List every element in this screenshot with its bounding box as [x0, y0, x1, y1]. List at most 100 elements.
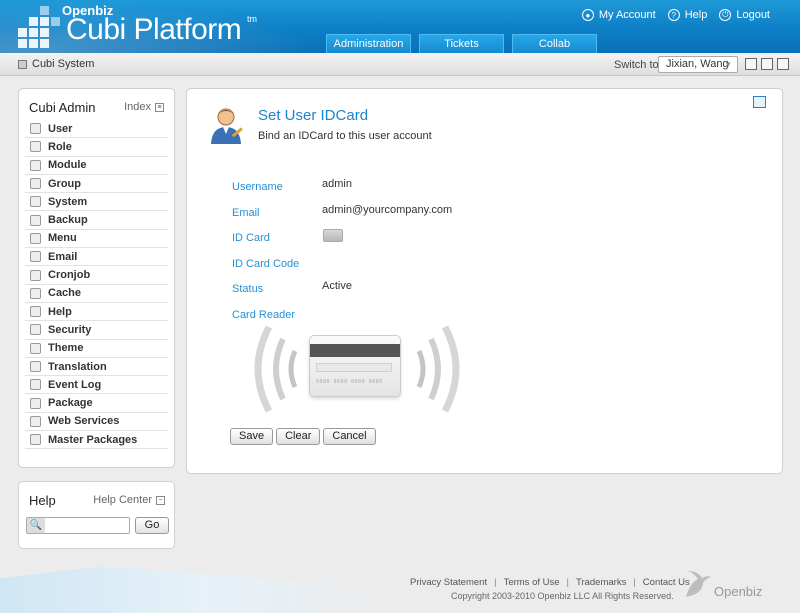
breadcrumb[interactable]: Cubi System [18, 58, 94, 70]
sidebar-item-label: Backup [48, 214, 88, 227]
contact-us-link[interactable]: Contact Us [643, 577, 690, 588]
card-magnetic-stripe [310, 344, 400, 357]
sidebar-item-cache[interactable]: Cache [25, 285, 168, 303]
sidebar-item-web-services[interactable]: Web Services [25, 413, 168, 432]
power-icon: ⏻ [719, 9, 732, 21]
breadcrumb-label: Cubi System [32, 58, 95, 70]
sidebar-item-backup[interactable]: Backup [25, 211, 168, 230]
openbiz-bird-icon [686, 571, 711, 597]
sidebar-item-email[interactable]: Email [25, 248, 168, 267]
gear-icon [30, 196, 41, 208]
sidebar-item-event-log[interactable]: Event Log [25, 376, 168, 395]
my-account-label: My Account [598, 9, 656, 21]
save-button[interactable]: Save [230, 428, 274, 445]
sidebar-item-label: Cronjob [48, 269, 91, 282]
form-buttons: Save Clear Cancel [230, 428, 376, 445]
sidebar-item-theme[interactable]: Theme [25, 340, 168, 358]
sidebar-item-translation[interactable]: Translation [25, 358, 168, 377]
email-value: admin@yourcompany.com [322, 204, 453, 216]
log-icon [30, 379, 41, 391]
card-reader-label: Card Reader [232, 309, 295, 321]
sidebar-item-label: Role [48, 140, 72, 153]
edit-icon[interactable] [745, 58, 757, 70]
clear-button[interactable]: Clear [276, 428, 321, 445]
help-search-box: 🔍 [26, 517, 130, 534]
help-go-button[interactable]: Go [135, 517, 169, 534]
key-icon [30, 141, 41, 153]
sidebar-title: Cubi Admin [29, 100, 96, 115]
sidebar-item-menu[interactable]: Menu [25, 230, 168, 249]
main-nav-tabs: Administration Tickets Collab [326, 34, 597, 53]
sidebar-item-security[interactable]: Security [25, 321, 168, 340]
logo-trademark: tm [247, 14, 257, 24]
sidebar-item-cronjob[interactable]: Cronjob [25, 266, 168, 285]
sidebar-index-link[interactable]: Index ≡ [124, 101, 164, 113]
credit-card-icon: 0000 0000 0000 0000 [309, 335, 401, 397]
status-value: Active [322, 280, 352, 292]
openbiz-logo-icon [18, 6, 60, 48]
logo-product-name: Cubi Platform [66, 13, 242, 46]
sidebar-item-master-packages[interactable]: Master Packages [25, 431, 168, 450]
status-label: Status [232, 283, 264, 295]
sidebar-item-system[interactable]: System [25, 193, 168, 212]
tab-tickets[interactable]: Tickets [419, 34, 504, 53]
sidebar-item-role[interactable]: Role [25, 138, 168, 157]
tab-administration[interactable]: Administration [326, 34, 411, 53]
window-icon[interactable] [761, 58, 773, 70]
sidebar-item-label: Package [48, 397, 93, 410]
grid-icon[interactable] [777, 58, 789, 70]
cancel-button[interactable]: Cancel [323, 428, 376, 445]
sidebar-item-package[interactable]: Package [25, 394, 168, 413]
logout-label: Logout [736, 9, 770, 21]
theme-icon [30, 342, 41, 354]
search-icon: 🔍 [27, 518, 45, 533]
sidebar-item-label: User [48, 122, 73, 135]
package-icon [30, 434, 41, 446]
id-card-icon [323, 229, 343, 242]
translate-icon [30, 361, 41, 372]
footer-wave [0, 566, 400, 613]
sidebar-item-label: Cache [48, 287, 82, 300]
collapse-icon[interactable]: − [156, 495, 165, 505]
sidebar-item-label: Menu [48, 232, 77, 245]
list-icon: ≡ [155, 102, 164, 112]
sidebar-item-group[interactable]: Group [25, 175, 168, 194]
trademarks-link[interactable]: Trademarks [576, 577, 626, 588]
page-footer: Privacy Statement | Terms of Use | Trade… [0, 555, 800, 613]
help-panel-title: Help [29, 493, 56, 508]
tab-collab[interactable]: Collab [512, 34, 597, 53]
my-account-link[interactable]: ● My Account [581, 9, 656, 21]
toolbar-icons [745, 58, 789, 70]
envelope-icon [30, 251, 41, 263]
username-label: Username [232, 181, 283, 193]
sidebar-item-help[interactable]: Help [25, 303, 168, 322]
help-center-link[interactable]: Help Center − [93, 494, 165, 506]
sidebar-item-user[interactable]: User [25, 120, 168, 139]
help-label: Help [684, 9, 708, 21]
sub-toolbar: Cubi System Switch to Jixian, Wang ▼ [0, 53, 800, 76]
privacy-statement-link[interactable]: Privacy Statement [410, 577, 487, 588]
logout-link[interactable]: ⏻ Logout [719, 9, 770, 21]
page-title: Set User IDCard [258, 107, 369, 124]
sidebar-item-label: Web Services [48, 415, 120, 428]
footer-separator: | [566, 577, 569, 588]
help-link[interactable]: ? Help [667, 9, 708, 21]
package-icon [30, 397, 41, 409]
switch-user-select[interactable]: Jixian, Wang ▼ [658, 56, 738, 73]
page-subtitle: Bind an IDCard to this user account [258, 130, 432, 142]
footer-separator: | [494, 577, 497, 588]
footer-separator: | [633, 577, 636, 588]
top-links: ● My Account ? Help ⏻ Logout [581, 9, 770, 21]
app-header: Openbiz Cubi Platform tm ● My Account ? … [0, 0, 800, 53]
index-label: Index [124, 101, 151, 113]
help-search-input[interactable] [46, 518, 128, 533]
sidebar-item-module[interactable]: Module [25, 157, 168, 175]
card-number: 0000 0000 0000 0000 [316, 379, 383, 385]
lightning-icon [30, 287, 41, 299]
question-icon: ? [667, 9, 680, 21]
card-signature-strip [316, 363, 392, 372]
terms-of-use-link[interactable]: Terms of Use [504, 577, 560, 588]
chevron-down-icon: ▼ [724, 60, 732, 69]
edit-form-icon[interactable] [753, 96, 766, 108]
footer-links: Privacy Statement | Terms of Use | Trade… [410, 577, 690, 588]
